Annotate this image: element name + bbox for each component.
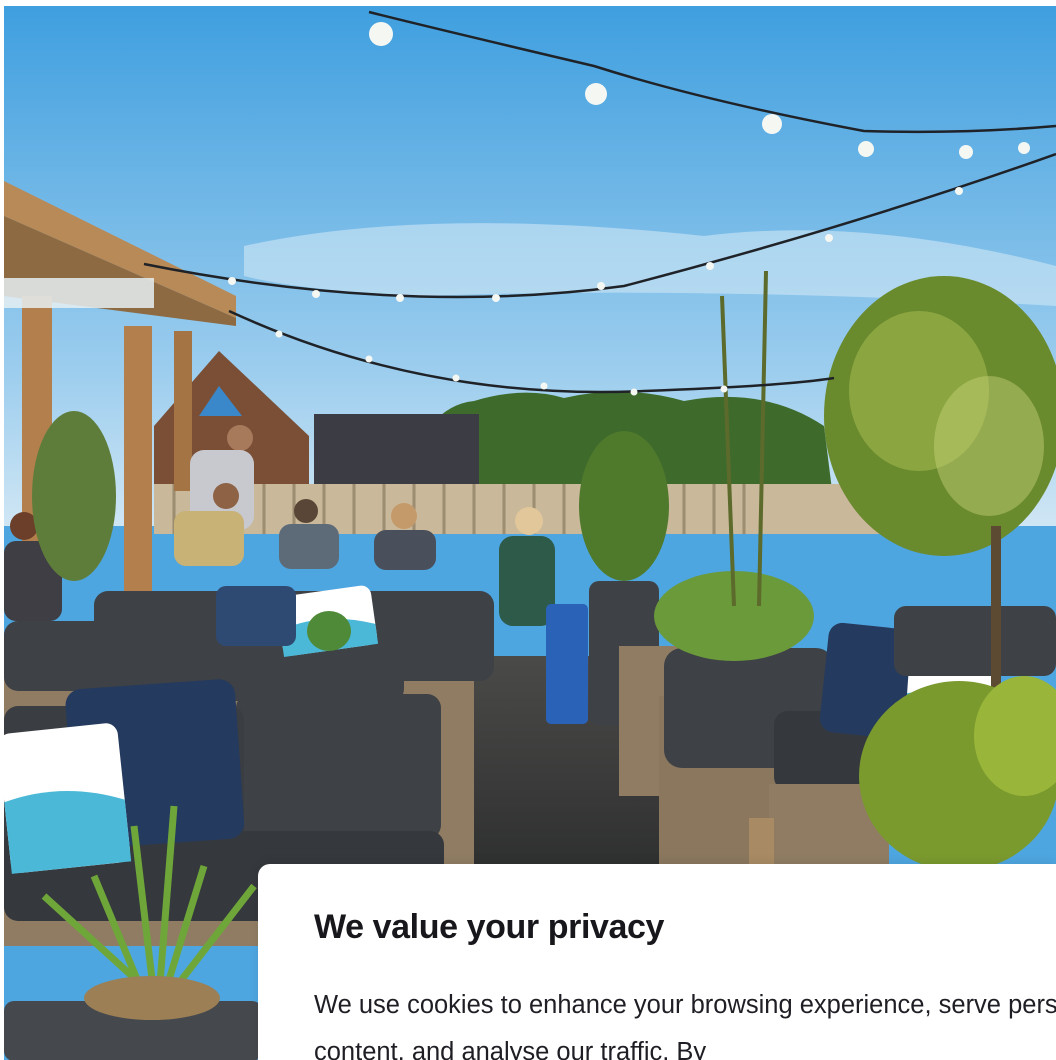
fence [154, 484, 954, 534]
cookie-consent-title: We value your privacy [314, 908, 665, 946]
house-roof [314, 414, 479, 489]
recycling-bin [546, 604, 588, 724]
cookie-consent-panel: We value your privacy We use cookies to … [258, 864, 1056, 1060]
cookie-consent-body: We use cookies to enhance your browsing … [314, 991, 1056, 1060]
